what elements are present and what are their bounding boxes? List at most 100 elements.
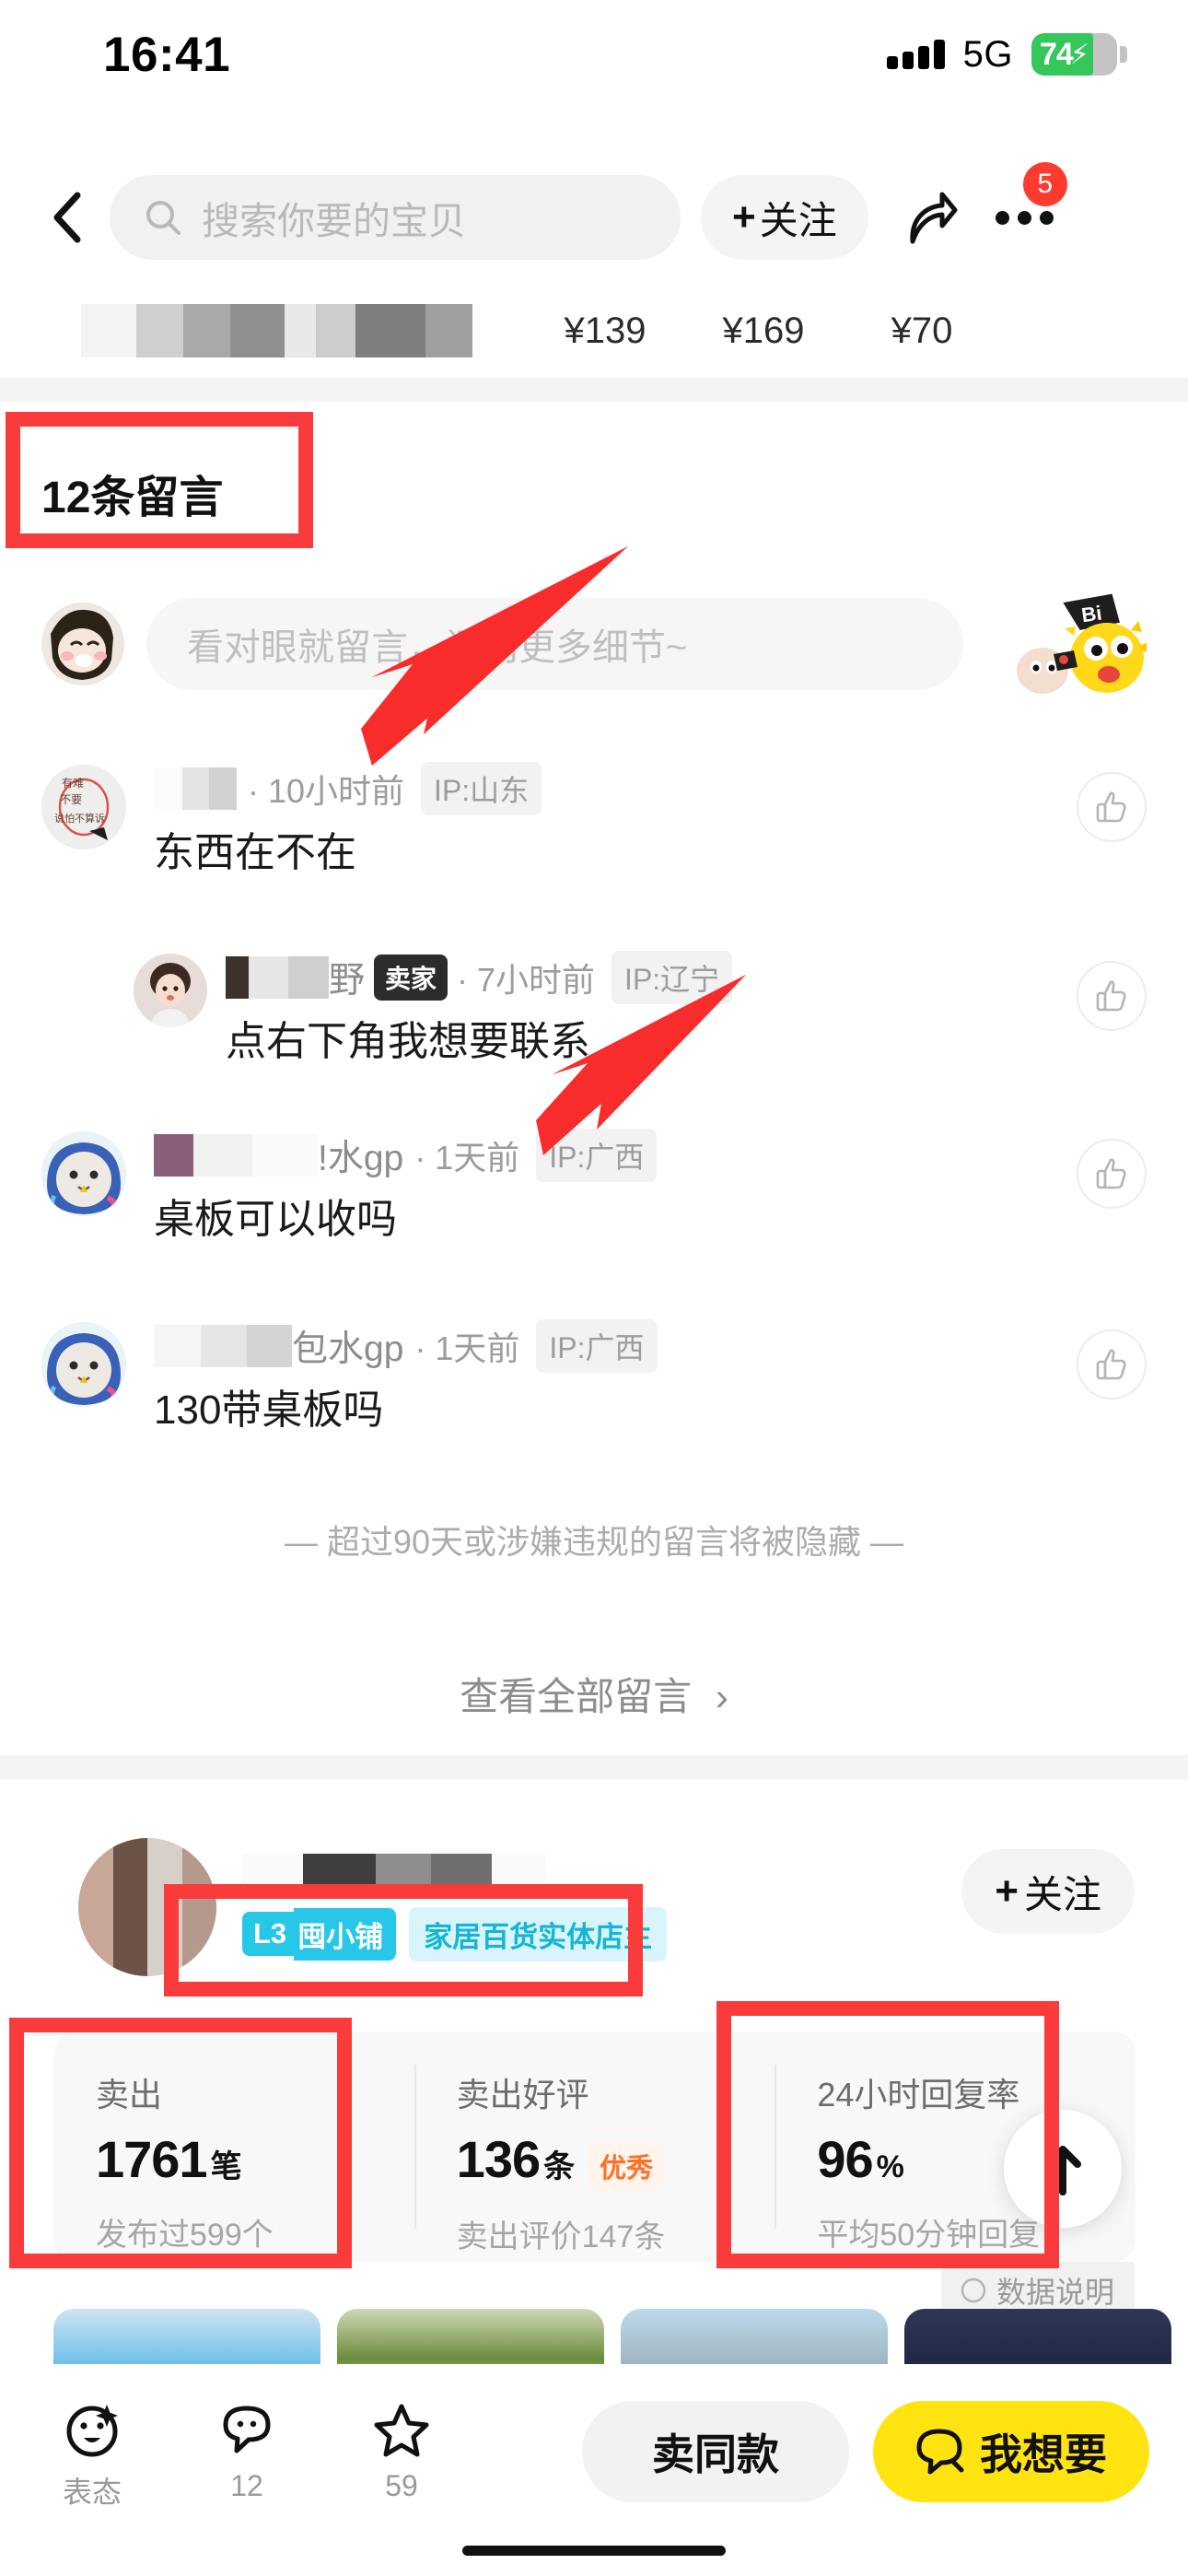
stat-unit: 笔 (210, 2149, 242, 2184)
notification-badge: 5 (1022, 162, 1067, 206)
comment-time: · 1天前 (414, 1139, 520, 1177)
stat-sold[interactable]: 卖出 1761 笔 发布过599个 (53, 2032, 414, 2262)
follow-label-top: 关注 (759, 198, 837, 242)
bottom-actions: 表态 12 59 (48, 2401, 446, 2512)
comment-text: 桌板可以收吗 (154, 1197, 397, 1242)
follow-button-top[interactable]: + 关注 (701, 175, 868, 260)
sell-same-button[interactable]: 卖同款 (582, 2401, 849, 2502)
battery-icon: 74 ⚡ (1031, 33, 1117, 76)
stat-positive-reviews[interactable]: 卖出好评 136 条 优秀 卖出评价147条 (413, 2032, 775, 2262)
stat-number: 1761 (96, 2130, 208, 2188)
avatar: 有难 不要 说怕不算诉 (41, 765, 126, 849)
comment-input-row[interactable]: 看对眼就留言，问问更多细节~ Bi (41, 590, 1149, 698)
view-all-label: 查看全部留言 (460, 1675, 693, 1718)
seller-shop-name: 囤小铺 (294, 1907, 397, 1961)
favorite-button[interactable]: 59 (357, 2401, 446, 2512)
seller-tags: L3 囤小铺 家居百货实体店主 (242, 1906, 668, 1961)
comment-count-caption: 12 (230, 2469, 263, 2502)
seller-header[interactable]: L3 囤小铺 家居百货实体店主 (78, 1838, 668, 1976)
comment-body: · 10小时前 IP:山东 东西在不在 (154, 762, 1147, 878)
stat-subtext: 发布过599个 (96, 2218, 274, 2253)
seller-shop-tag: 家居百货实体店主 (409, 1906, 668, 1961)
top-nav-bar: 搜索你要的宝贝 + 关注 5 (0, 162, 1188, 273)
comment-ip: IP:广西 (536, 1319, 658, 1373)
avatar (41, 1131, 126, 1216)
comment-meta: 包水gp · 1天前 IP:广西 (154, 1319, 1147, 1373)
view-all-comments-link[interactable]: 查看全部留言 › (0, 1666, 1188, 1722)
status-time: 16:41 (103, 27, 231, 82)
seller-level-badge: L3 (242, 1912, 295, 1956)
back-button[interactable] (41, 190, 89, 245)
username-blurred (154, 1325, 292, 1367)
want-button[interactable]: 我想要 (873, 2401, 1149, 2502)
price-row: ¥139 ¥169 ¥70 (0, 286, 1188, 376)
stat-label: 卖出 (96, 2076, 163, 2113)
seller-info: L3 囤小铺 家居百货实体店主 (242, 1853, 668, 1961)
thumbs-up-icon (1096, 980, 1126, 1012)
sell-same-label: 卖同款 (652, 2430, 779, 2478)
seller-avatar (78, 1838, 216, 1976)
like-button[interactable] (1077, 961, 1147, 1031)
svg-text:说怕不算诉: 说怕不算诉 (54, 812, 105, 825)
comment-username: 野 (329, 961, 366, 1001)
search-input[interactable]: 搜索你要的宝贝 (110, 175, 681, 260)
comment-text-input[interactable]: 看对眼就留言，问问更多细节~ (146, 598, 963, 690)
username-blurred (154, 767, 237, 810)
comment-ip: IP:山东 (421, 762, 542, 815)
plus-icon: + (732, 194, 756, 240)
search-icon (146, 201, 181, 235)
section-divider (0, 378, 1188, 402)
status-bar: 16:41 5G 74 ⚡ (0, 0, 1188, 109)
reaction-caption: 表态 (62, 2476, 122, 2509)
stat-label: 24小时回复率 (817, 2076, 1020, 2113)
comment-item[interactable]: 包水gp · 1天前 IP:广西 130带桌板吗 (41, 1319, 1147, 1435)
comment-item[interactable]: !水gp · 1天前 IP:广西 桌板可以收吗 (41, 1129, 1147, 1245)
comment-item[interactable]: 野 卖家 · 7小时前 IP:辽宁 点右下角我想要联系 (41, 951, 1147, 1067)
chevron-left-icon (53, 192, 81, 243)
plus-icon: + (995, 1868, 1019, 1914)
more-options-button[interactable]: 5 (986, 162, 1067, 256)
seller-badge: 卖家 (374, 954, 448, 1001)
thumbs-up-icon (1096, 1158, 1126, 1189)
follow-button-seller[interactable]: + 关注 (961, 1849, 1135, 1934)
comment-time: · 1天前 (414, 1329, 520, 1367)
sticker-button[interactable]: Bi (985, 593, 1149, 695)
thumbs-up-icon (1096, 1349, 1126, 1380)
comment-count-button[interactable]: 12 (203, 2401, 291, 2512)
comment-item[interactable]: 有难 不要 说怕不算诉 · 10小时前 IP:山东 东西在不在 (41, 762, 1147, 878)
comment-username: 包水gp (292, 1329, 404, 1369)
thumbs-up-icon (1096, 791, 1126, 823)
section-divider (0, 1755, 1188, 1779)
current-user-avatar (41, 603, 124, 685)
data-explanation-label: 数据说明 (996, 2276, 1114, 2309)
username-blurred (226, 956, 329, 999)
reaction-button[interactable]: 表态 (48, 2401, 136, 2512)
chat-bubble-icon (916, 2429, 964, 2475)
avatar (134, 954, 207, 1027)
info-circle-icon (961, 2277, 986, 2303)
like-button[interactable] (1077, 1329, 1147, 1399)
like-button[interactable] (1077, 772, 1147, 842)
scroll-to-top-button[interactable] (1004, 2110, 1122, 2228)
stat-unit: 条 (543, 2149, 576, 2184)
blurred-title-placeholder (81, 304, 472, 357)
follow-label-seller: 关注 (1023, 1872, 1101, 1916)
comment-ip: IP:辽宁 (611, 951, 733, 1004)
star-icon (374, 2404, 429, 2457)
signal-bars-icon (886, 40, 945, 69)
like-button[interactable] (1077, 1139, 1147, 1209)
share-button[interactable] (889, 179, 966, 256)
app-screen: 16:41 5G 74 ⚡ 搜索你要的宝贝 + 关注 5 ¥139 ¥169 ¥… (0, 0, 1188, 2576)
hidden-comments-note: — 超过90天或涉嫌违规的留言将被隐藏 — (284, 1523, 904, 1561)
username-blurred (154, 1134, 318, 1177)
stat-number: 136 (456, 2130, 541, 2188)
svg-text:不要: 不要 (60, 793, 82, 806)
favorite-count-caption: 59 (385, 2469, 418, 2502)
comment-input-placeholder: 看对眼就留言，问问更多细节~ (187, 627, 688, 668)
more-dots-icon (996, 210, 1010, 225)
comment-username: !水gp (318, 1139, 404, 1178)
comment-ip: IP:广西 (536, 1129, 658, 1182)
comment-bubble-icon (223, 2406, 271, 2453)
seller-name-blurred (242, 1853, 546, 1894)
stat-number: 96 (817, 2130, 873, 2188)
